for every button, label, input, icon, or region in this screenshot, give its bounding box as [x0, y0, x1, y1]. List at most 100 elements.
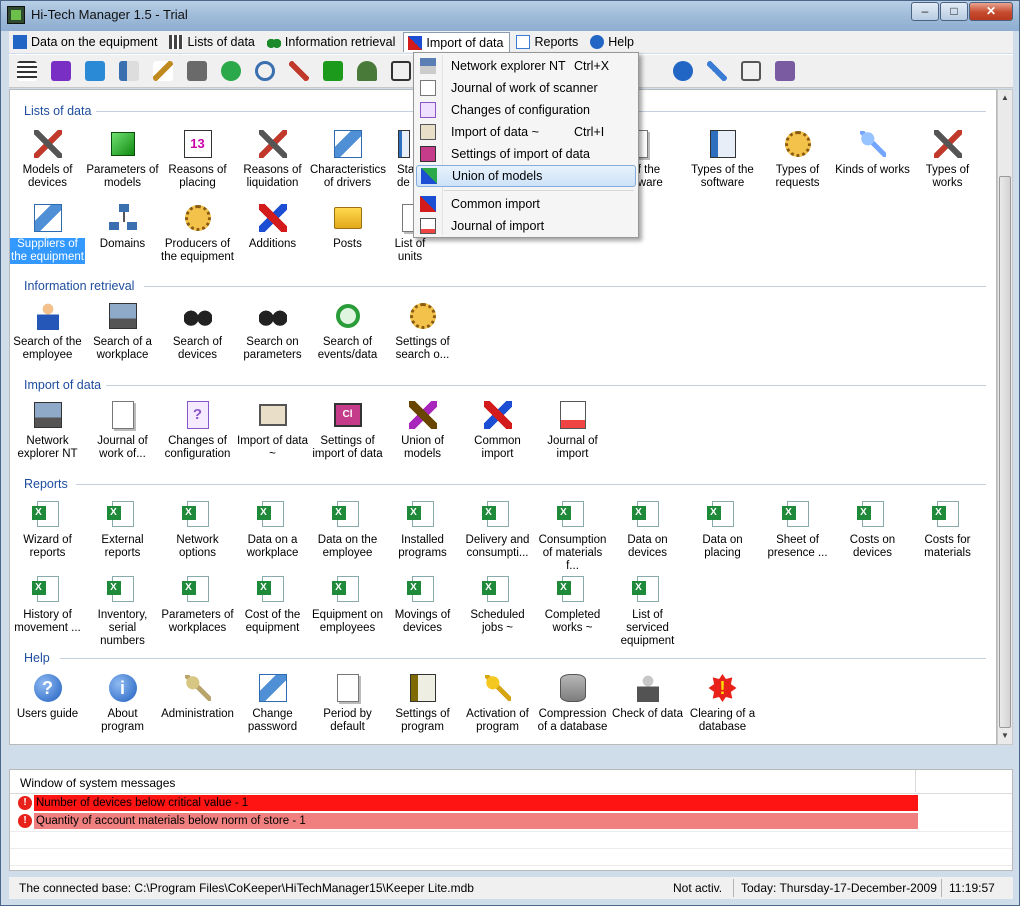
tile-report[interactable]: Networkoptions	[160, 498, 235, 560]
toolbar-button[interactable]	[183, 57, 211, 85]
tile-report[interactable]: Costs formaterials	[910, 498, 985, 560]
tile-activation-of-program[interactable]: Activation of program	[460, 672, 535, 734]
vertical-scrollbar[interactable]: ▲ ▼	[997, 89, 1013, 745]
toolbar-button[interactable]	[81, 57, 109, 85]
tile-report[interactable]: Delivery andconsumpti...	[460, 498, 535, 560]
tile-common-import[interactable]: Common import	[460, 399, 535, 461]
tile-settings-of-program[interactable]: Settings of program	[385, 672, 460, 734]
tile-report[interactable]: List of servicedequipment	[610, 573, 685, 648]
tile-search-of-employee[interactable]: Search of the employee	[10, 300, 85, 362]
dd-settings-import[interactable]: Settings of import of data	[416, 143, 636, 165]
menu-reports[interactable]: Reports	[512, 32, 584, 52]
tile-report[interactable]: Movings ofdevices	[385, 573, 460, 635]
tile-compression-of-database[interactable]: Compression of a database	[535, 672, 610, 734]
toolbar-button[interactable]	[737, 57, 765, 85]
dd-changes-configuration[interactable]: Changes of configuration	[416, 99, 636, 121]
message-row[interactable]: ! Number of devices below critical value…	[18, 795, 918, 811]
toolbar-button[interactable]	[703, 57, 731, 85]
tile-network-explorer[interactable]: Network explorer NT	[10, 399, 85, 461]
tile-partial[interactable]: Sta de	[385, 128, 415, 190]
tile-search-on-parameters[interactable]: Search on parameters	[235, 300, 310, 362]
tile-settings-of-import[interactable]: Cl Settings of import of data	[310, 399, 385, 461]
tile-report[interactable]: Cost of theequipment	[235, 573, 310, 635]
tile-report[interactable]: Completedworks ~	[535, 573, 610, 635]
tile-change-password[interactable]: Change password	[235, 672, 310, 734]
tile-report[interactable]: Data on theemployee	[310, 498, 385, 560]
tile-report[interactable]: Costs ondevices	[835, 498, 910, 560]
close-button[interactable]: ✕	[969, 2, 1013, 21]
tile-report[interactable]: Data on aworkplace	[235, 498, 310, 560]
tile-additions[interactable]: Additions	[235, 202, 310, 251]
toolbar-button[interactable]	[669, 57, 697, 85]
toolbar-button[interactable]	[285, 57, 313, 85]
toolbar-button[interactable]	[13, 57, 41, 85]
tile-report[interactable]: Equipment onemployees	[310, 573, 385, 635]
minimize-button[interactable]: –	[911, 2, 939, 21]
toolbar-button[interactable]	[115, 57, 143, 85]
dd-common-import[interactable]: Common import	[416, 193, 636, 215]
tile-report[interactable]: Consumptionof materials f...	[535, 498, 610, 573]
tile-report[interactable]: Data ondevices	[610, 498, 685, 560]
tile-union-of-models[interactable]: Union of models	[385, 399, 460, 461]
toolbar-button[interactable]	[319, 57, 347, 85]
menu-import-of-data[interactable]: Import of data	[403, 32, 511, 52]
scroll-up-icon[interactable]: ▲	[998, 90, 1012, 106]
tile-characteristics-of-drivers[interactable]: Characteristics of drivers	[310, 128, 386, 190]
tile-domains[interactable]: Domains	[85, 202, 160, 251]
toolbar-button[interactable]	[251, 57, 279, 85]
tile-period-by-default[interactable]: Period by default	[310, 672, 385, 734]
menu-data-on-equipment[interactable]: Data on the equipment	[9, 32, 163, 52]
toolbar-button[interactable]	[47, 57, 75, 85]
tile-users-guide[interactable]: ? Users guide	[10, 672, 85, 721]
menu-lists-of-data[interactable]: Lists of data	[165, 32, 260, 52]
tile-types-of-requests[interactable]: Types of requests	[760, 128, 835, 190]
tile-report[interactable]: Installedprograms	[385, 498, 460, 560]
tile-report[interactable]: Scheduledjobs ~	[460, 573, 535, 635]
title-bar[interactable]: Hi-Tech Manager 1.5 - Trial – □ ✕	[1, 1, 1019, 31]
tile-report[interactable]: Parameters ofworkplaces	[160, 573, 235, 635]
tile-kinds-of-works[interactable]: Kinds of works	[835, 128, 910, 177]
tile-administration[interactable]: Administration	[160, 672, 235, 721]
dd-journal-scanner[interactable]: Journal of work of scanner	[416, 77, 636, 99]
tile-types-of-the-software[interactable]: Types of the software	[685, 128, 760, 190]
toolbar-button[interactable]	[387, 57, 415, 85]
dd-journal-of-import[interactable]: Journal of import	[416, 215, 636, 237]
menu-information-retrieval[interactable]: Information retrieval	[263, 32, 401, 52]
menu-help[interactable]: Help	[586, 32, 640, 52]
scroll-thumb[interactable]	[999, 176, 1011, 728]
tile-check-of-data[interactable]: Check of data	[610, 672, 685, 721]
tile-search-of-workplace[interactable]: Search of a workplace	[85, 300, 160, 362]
tile-parameters-of-models[interactable]: Parameters of models	[85, 128, 160, 190]
tile-report[interactable]: Inventory,serial numbers	[85, 573, 160, 648]
tile-search-of-events[interactable]: Search of events/data	[310, 300, 385, 362]
tile-clearing-of-database[interactable]: ! Clearing of a database	[685, 672, 760, 734]
maximize-button[interactable]: □	[940, 2, 968, 21]
tile-reasons-of-liquidation[interactable]: Reasons of liquidation	[235, 128, 310, 190]
tile-journal-of-import[interactable]: Journal of import	[535, 399, 610, 461]
toolbar-button[interactable]	[353, 57, 381, 85]
tile-producers-of-equipment[interactable]: Producers of the equipment	[160, 202, 235, 264]
tile-posts[interactable]: Posts	[310, 202, 385, 251]
tile-types-of-works[interactable]: Types of works	[910, 128, 985, 190]
tile-report[interactable]: Externalreports	[85, 498, 160, 560]
tile-report[interactable]: Data onplacing	[685, 498, 760, 560]
message-row[interactable]: ! Quantity of account materials below no…	[18, 813, 918, 829]
tile-search-of-devices[interactable]: Search of devices	[160, 300, 235, 362]
tile-suppliers-of-equipment[interactable]: Suppliers of the equipment	[10, 202, 85, 264]
tile-reasons-of-placing[interactable]: 13 Reasons of placing	[160, 128, 235, 190]
tile-import-of-data[interactable]: Import of data ~	[235, 399, 310, 461]
tile-settings-of-search[interactable]: Settings of search o...	[385, 300, 460, 362]
tile-report[interactable]: Sheet ofpresence ...	[760, 498, 835, 560]
tile-report[interactable]: History ofmovement ...	[10, 573, 85, 635]
tile-models-of-devices[interactable]: Models of devices	[10, 128, 85, 190]
dd-union-of-models[interactable]: Union of models	[416, 165, 636, 187]
toolbar-button[interactable]	[149, 57, 177, 85]
dd-import-of-data[interactable]: Import of data ~ Ctrl+I	[416, 121, 636, 143]
tile-report[interactable]: Wizard ofreports	[10, 498, 85, 560]
tile-journal-of-work[interactable]: Journal of work of...	[85, 399, 160, 461]
toolbar-button[interactable]	[771, 57, 799, 85]
dd-network-explorer[interactable]: Network explorer NT Ctrl+X	[416, 55, 636, 77]
toolbar-button[interactable]	[217, 57, 245, 85]
tile-about-program[interactable]: i About program	[85, 672, 160, 734]
tile-changes-of-configuration[interactable]: ? Changes of configuration	[160, 399, 235, 461]
